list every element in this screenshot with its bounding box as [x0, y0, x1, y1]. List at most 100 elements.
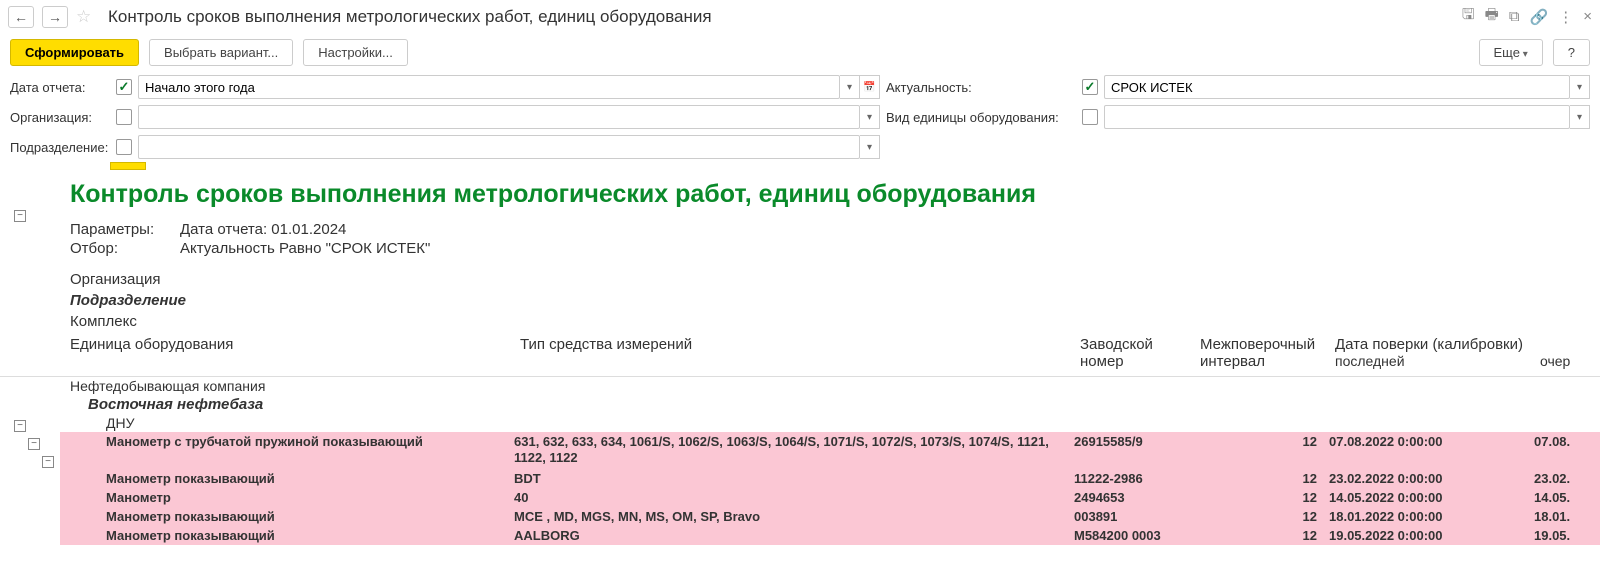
cell-last: 23.02.2022 0:00:00	[1325, 470, 1530, 487]
outline-gutter: − − − −	[0, 168, 60, 545]
report-area: − − − − Контроль сроков выполнения метро…	[0, 168, 1600, 545]
filter-eqtype-dropdown-icon[interactable]: ▾	[1570, 105, 1590, 129]
filter-org-checkbox[interactable]	[116, 109, 132, 125]
table-row[interactable]: Манометр4024946531214.05.2022 0:00:0014.…	[60, 488, 1600, 507]
filter-date-dropdown-icon[interactable]: ▾	[840, 75, 860, 99]
filter-dept-checkbox[interactable]	[116, 139, 132, 155]
cell-last: 07.08.2022 0:00:00	[1325, 433, 1530, 468]
outline-collapse-3[interactable]: −	[28, 438, 40, 450]
close-icon[interactable]: ×	[1583, 8, 1592, 25]
group-org: Организация	[70, 271, 1590, 288]
variant-button[interactable]: Выбрать вариант...	[149, 39, 293, 66]
filter-actual-checkbox[interactable]: ✓	[1082, 79, 1098, 95]
cell-last: 14.05.2022 0:00:00	[1325, 489, 1530, 506]
filter-date-label: Дата отчета:	[10, 80, 110, 95]
page-title: Контроль сроков выполнения метрологическ…	[108, 7, 1454, 27]
form-button[interactable]: Сформировать	[10, 39, 139, 66]
cell-type: 631, 632, 633, 634, 1061/S, 1062/S, 1063…	[510, 433, 1070, 468]
cell-serial: 26915585/9	[1070, 433, 1190, 468]
cell-last: 19.05.2022 0:00:00	[1325, 527, 1530, 544]
save-icon[interactable]: 🖫	[1462, 4, 1475, 29]
cell-serial: 11222-2986	[1070, 470, 1190, 487]
tree-dept[interactable]: Восточная нефтебаза	[60, 395, 1600, 414]
cell-unit: Манометр показывающий	[60, 527, 510, 544]
filter-org-input[interactable]	[138, 105, 860, 129]
filter-dept-dropdown-icon[interactable]: ▾	[860, 135, 880, 159]
cell-next: 14.05.	[1530, 489, 1600, 506]
col-next: очер	[1540, 353, 1600, 369]
table-row[interactable]: Манометр показывающийMCE , MD, MGS, MN, …	[60, 507, 1600, 526]
cell-type: MCE , MD, MGS, MN, MS, OM, SP, Bravo	[510, 508, 1070, 525]
outline-collapse-1[interactable]: −	[14, 210, 26, 222]
cell-unit: Манометр с трубчатой пружиной показывающ…	[60, 433, 510, 468]
col-interval: Межповерочный интервал	[1200, 336, 1335, 370]
filter-dept-input[interactable]	[138, 135, 860, 159]
filter-date-calendar-icon[interactable]: 📅	[860, 75, 880, 99]
print-icon[interactable]: 🖶	[1485, 4, 1499, 29]
cell-interval: 12	[1190, 433, 1325, 468]
filter-actual-dropdown-icon[interactable]: ▾	[1570, 75, 1590, 99]
column-headers: Единица оборудования Тип средства измере…	[70, 336, 1590, 370]
cell-interval: 12	[1190, 527, 1325, 544]
cell-interval: 12	[1190, 470, 1325, 487]
preview-icon[interactable]: ⧉	[1509, 8, 1520, 25]
link-icon[interactable]: 🔗	[1530, 8, 1549, 26]
cell-unit: Манометр	[60, 489, 510, 506]
group-dept: Подразделение	[70, 292, 1590, 309]
filter-row-org: Организация: ▾ Вид единицы оборудования:…	[0, 102, 1600, 132]
filter-date-input[interactable]	[138, 75, 840, 99]
cell-type: BDT	[510, 470, 1070, 487]
report-tab-marker	[110, 162, 146, 170]
settings-button[interactable]: Настройки...	[303, 39, 408, 66]
cell-serial: M584200 0003	[1070, 527, 1190, 544]
cell-type: AALBORG	[510, 527, 1070, 544]
cell-serial: 003891	[1070, 508, 1190, 525]
cell-next: 18.01.	[1530, 508, 1600, 525]
col-serial: Заводской номер	[1080, 336, 1200, 370]
filter-org-label: Организация:	[10, 110, 110, 125]
cell-interval: 12	[1190, 508, 1325, 525]
filter-org-dropdown-icon[interactable]: ▾	[860, 105, 880, 129]
tree-complex[interactable]: ДНУ	[60, 414, 1600, 432]
cell-serial: 2494653	[1070, 489, 1190, 506]
outline-collapse-2[interactable]: −	[14, 420, 26, 432]
cell-last: 18.01.2022 0:00:00	[1325, 508, 1530, 525]
filter-actual-input[interactable]	[1104, 75, 1570, 99]
filter-dept-label: Подразделение:	[10, 140, 110, 155]
report-params: Параметры: Дата отчета: 01.01.2024 Отбор…	[70, 221, 1590, 257]
filter-row-date: Дата отчета: ✓ ▾ 📅 Актуальность: ✓ ▾	[0, 72, 1600, 102]
table-row[interactable]: Манометр показывающийAALBORGM584200 0003…	[60, 526, 1600, 545]
table-row[interactable]: Манометр с трубчатой пружиной показывающ…	[60, 432, 1600, 469]
filter-eqtype-label: Вид единицы оборудования:	[886, 110, 1076, 125]
filter-sum-label: Отбор:	[70, 240, 180, 257]
table-row[interactable]: Манометр показывающийBDT11222-29861223.0…	[60, 469, 1600, 488]
cell-type: 40	[510, 489, 1070, 506]
group-complex: Комплекс	[70, 313, 1590, 330]
cell-interval: 12	[1190, 489, 1325, 506]
filter-row-dept: Подразделение: ▾	[0, 132, 1600, 162]
col-type: Тип средства измерений	[520, 336, 1080, 370]
more-button[interactable]: Еще	[1479, 39, 1543, 66]
back-button[interactable]: ←	[8, 6, 34, 28]
data-area: Нефтедобывающая компания Восточная нефте…	[60, 377, 1600, 545]
cell-next: 19.05.	[1530, 527, 1600, 544]
toolbar: Сформировать Выбрать вариант... Настройк…	[0, 33, 1600, 72]
filter-sum-value: Актуальность Равно "СРОК ИСТЕК"	[180, 240, 1590, 257]
param-value: Дата отчета: 01.01.2024	[180, 221, 1590, 238]
help-button[interactable]: ?	[1553, 39, 1590, 66]
menu-icon[interactable]: ⋮	[1558, 8, 1573, 26]
header-icon-group: 🖫 🖶 ⧉ 🔗 ⋮ ×	[1462, 4, 1592, 29]
cell-unit: Манометр показывающий	[60, 470, 510, 487]
cell-next: 07.08.	[1530, 433, 1600, 468]
star-icon[interactable]: ☆	[76, 7, 96, 27]
outline-collapse-4[interactable]: −	[42, 456, 54, 468]
forward-button[interactable]: →	[42, 6, 68, 28]
filter-actual-label: Актуальность:	[886, 80, 1076, 95]
filter-eqtype-checkbox[interactable]	[1082, 109, 1098, 125]
tree-org[interactable]: Нефтедобывающая компания	[60, 377, 1600, 395]
cell-unit: Манометр показывающий	[60, 508, 510, 525]
filter-eqtype-input[interactable]	[1104, 105, 1570, 129]
filter-date-checkbox[interactable]: ✓	[116, 79, 132, 95]
col-unit: Единица оборудования	[70, 336, 520, 370]
header-bar: ← → ☆ Контроль сроков выполнения метроло…	[0, 0, 1600, 33]
